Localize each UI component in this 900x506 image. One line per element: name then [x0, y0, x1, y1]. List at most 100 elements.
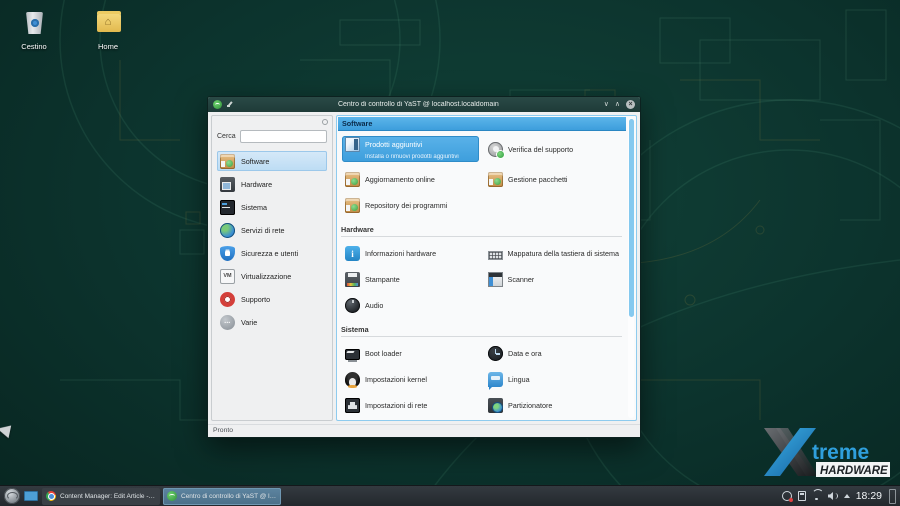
module-panel: Software Prodotti aggiuntiviInstalla o ri…: [336, 115, 637, 421]
module-label: Scanner: [508, 275, 535, 284]
tux-icon: [345, 372, 360, 387]
section-header-software: Software: [338, 117, 626, 131]
terminal-icon: [220, 200, 235, 215]
clock: 18:29: [856, 490, 882, 502]
sidebar-item-servizi-di-rete[interactable]: Servizi di rete: [217, 220, 327, 240]
network-wifi-icon[interactable]: [812, 491, 822, 501]
desktop-icon-label: Cestino: [21, 42, 46, 51]
module-repository-dei-programmi[interactable]: Repository dei programmi: [342, 197, 479, 214]
maximize-button[interactable]: ∧: [615, 101, 620, 108]
module-lingua[interactable]: Lingua: [485, 371, 622, 388]
section-header-hardware: Hardware: [341, 225, 622, 237]
module-impostazioni-di-rete[interactable]: Impostazioni di rete: [342, 397, 479, 414]
home-folder-icon: [93, 8, 123, 38]
taskbar-task-content-manager-edi[interactable]: Content Manager: Edit Article - Xtr...: [42, 488, 160, 505]
sidebar-item-virtualizzazione[interactable]: Virtualizzazione: [217, 266, 327, 286]
module-label: Boot loader: [365, 349, 402, 358]
module-boot-loader[interactable]: Boot loader: [342, 345, 479, 362]
module-data-e-ora[interactable]: Data e ora: [485, 345, 622, 362]
sidebar-item-label: Sistema: [241, 203, 267, 212]
yast-icon: [167, 491, 177, 501]
xtreme-hardware-logo: treme HARDWARE: [762, 426, 894, 482]
section-header-sistema: Sistema: [341, 325, 622, 337]
module-mappatura-della-tastiera-di-sistema[interactable]: Mappatura della tastiera di sistema: [485, 245, 622, 262]
pkg-icon: [345, 172, 360, 187]
search-input[interactable]: [240, 130, 327, 143]
pkg-icon: [345, 198, 360, 213]
module-aggiornamento-online[interactable]: Aggiornamento online: [342, 171, 479, 188]
module-stampante[interactable]: Stampante: [342, 271, 479, 288]
sidebar-item-hardware[interactable]: Hardware: [217, 174, 327, 194]
desktop-icon-home[interactable]: Home: [82, 8, 134, 51]
sidebar-item-sistema[interactable]: Sistema: [217, 197, 327, 217]
module-label: Impostazioni di rete: [365, 401, 427, 410]
scanner-icon: [488, 272, 503, 287]
sidebar-item-sicurezza-e-utenti[interactable]: Sicurezza e utenti: [217, 243, 327, 263]
partition-icon: [488, 398, 503, 413]
scrollbar-thumb[interactable]: [629, 119, 634, 317]
module-label: Partizionatore: [508, 401, 552, 410]
verifica-icon: [488, 142, 503, 157]
app-launcher-icon[interactable]: [4, 488, 20, 504]
window-titlebar[interactable]: Centro di controllo di YaST @ localhost.…: [208, 97, 640, 112]
module-subtitle: Installa o rimuovi prodotti aggiuntivi: [365, 154, 476, 160]
module-grid-sistema: Boot loader Data e ora Impostazioni kernel…: [338, 340, 626, 419]
category-sidebar: Cerca Software Hardware Sistema Servizi di …: [211, 115, 333, 421]
taskbar-task-centro-di-controllo[interactable]: Centro di controllo di YaST @ local...: [163, 488, 281, 505]
sidebar-item-label: Software: [241, 157, 269, 166]
module-prodotti-aggiuntivi[interactable]: Prodotti aggiuntiviInstalla o rimuovi pr…: [342, 136, 479, 162]
sidebar-item-varie[interactable]: Varie: [217, 312, 327, 332]
boot-icon: [345, 349, 360, 360]
sidebar-item-software[interactable]: Software: [217, 151, 327, 171]
module-audio[interactable]: Audio: [342, 297, 479, 314]
module-grid-hardware: Informazioni hardware Mappatura della tas…: [338, 240, 626, 318]
scrollbar[interactable]: [628, 118, 634, 418]
minimize-button[interactable]: ∨: [604, 101, 609, 108]
virtual-desktop-pager[interactable]: [24, 491, 38, 501]
search-label: Cerca: [217, 133, 236, 140]
sidebar-item-label: Hardware: [241, 180, 272, 189]
window-title: Centro di controllo di YaST @ localhost.…: [237, 101, 600, 108]
trash-icon: [19, 8, 49, 38]
pin-icon[interactable]: [226, 101, 233, 108]
printer-icon: [345, 272, 360, 287]
sidebar-item-label: Varie: [241, 318, 257, 327]
desktop-icon-area: Cestino Home: [8, 8, 134, 51]
device-notifier-icon[interactable]: [798, 491, 806, 501]
info-icon: [345, 246, 360, 261]
taskbar-task-label: Content Manager: Edit Article - Xtr...: [60, 493, 156, 500]
module-gestione-pacchetti[interactable]: Gestione pacchetti: [485, 171, 622, 188]
show-desktop-button[interactable]: [889, 489, 896, 504]
dots-icon: [220, 315, 235, 330]
module-label: Mappatura della tastiera di sistema: [508, 249, 619, 258]
module-verifica-del-supporto[interactable]: Verifica del supporto: [485, 136, 622, 162]
pkg-icon: [488, 172, 503, 187]
desktop-icon-cestino[interactable]: Cestino: [8, 8, 60, 51]
status-bar: Pronto: [208, 424, 640, 437]
sidebar-item-label: Supporto: [241, 295, 270, 304]
module-label: Repository dei programmi: [365, 201, 447, 210]
module-impostazioni-kernel[interactable]: Impostazioni kernel: [342, 371, 479, 388]
netcfg-icon: [345, 398, 360, 413]
sidebar-item-supporto[interactable]: Supporto: [217, 289, 327, 309]
taskbar: Content Manager: Edit Article - Xtr... Ce…: [0, 485, 900, 506]
yast-control-center-window: Centro di controllo di YaST @ localhost.…: [207, 96, 641, 438]
vm-icon: [220, 269, 235, 284]
module-label: Informazioni hardware: [365, 249, 436, 258]
module-label: Data e ora: [508, 349, 542, 358]
update-notifier-icon[interactable]: [782, 491, 792, 501]
module-label: Gestione pacchetti: [508, 175, 568, 184]
module-scanner[interactable]: Scanner: [485, 271, 622, 288]
tray-expand-icon[interactable]: [844, 494, 850, 498]
module-partizionatore[interactable]: Partizionatore: [485, 397, 622, 414]
hardware-icon: [220, 177, 235, 192]
gear-icon[interactable]: [322, 119, 328, 125]
audio-icon: [345, 298, 360, 313]
lingua-icon: [488, 372, 503, 387]
volume-icon[interactable]: [828, 491, 838, 501]
module-informazioni-hardware[interactable]: Informazioni hardware: [342, 245, 479, 262]
desktop-icon-label: Home: [98, 42, 118, 51]
prodotti-icon: [345, 137, 360, 152]
sidebar-item-label: Virtualizzazione: [241, 272, 291, 281]
close-button[interactable]: ×: [626, 100, 635, 109]
